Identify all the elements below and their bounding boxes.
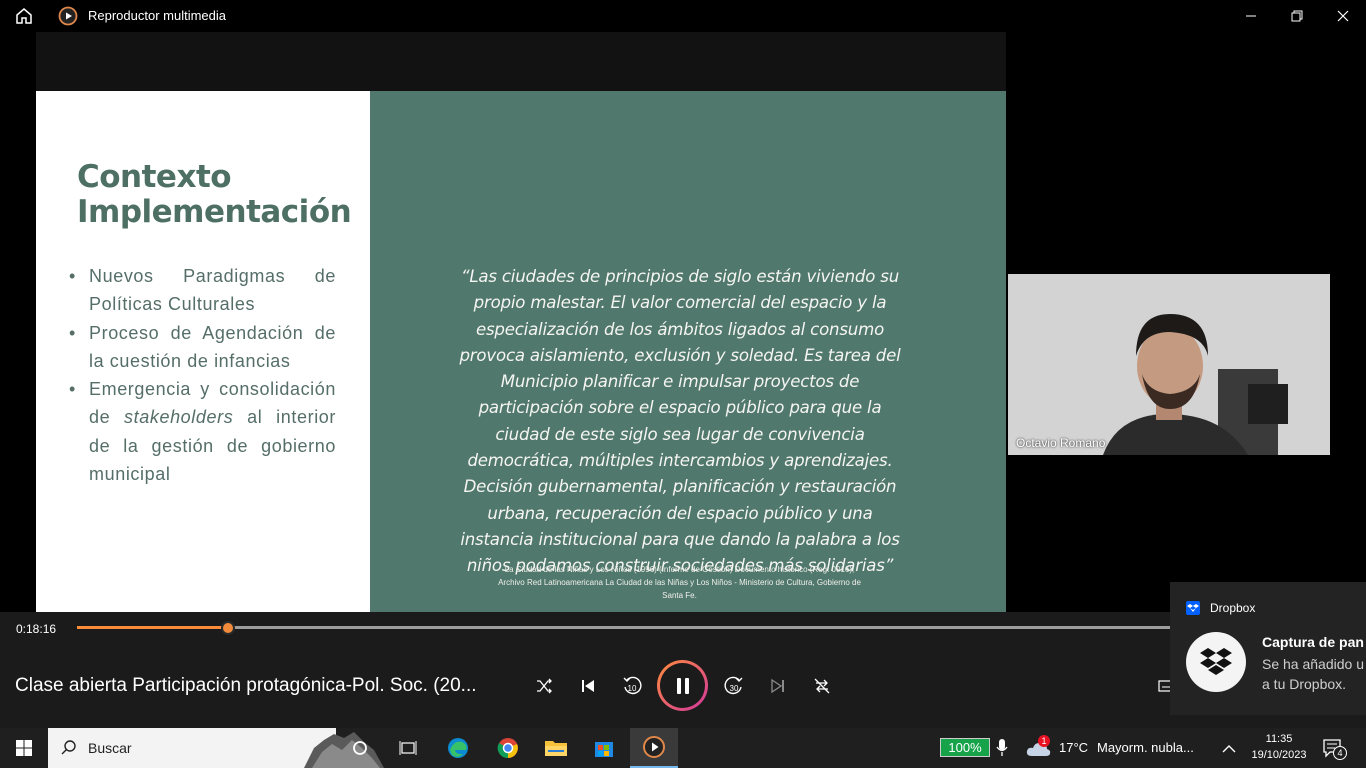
weather-description[interactable]: Mayorm. nubla... <box>1097 740 1194 755</box>
taskbar-store[interactable] <box>580 728 628 768</box>
battery-indicator[interactable]: 100% <box>940 738 990 757</box>
previous-button[interactable] <box>574 672 602 700</box>
notification-body: Se ha añadido u a tu Dropbox. <box>1262 654 1364 694</box>
notification-count-badge: 4 <box>1333 746 1347 760</box>
weather-temperature[interactable]: 17°C <box>1059 740 1088 755</box>
notification-body-line2: a tu Dropbox. <box>1262 676 1347 692</box>
forward-icon: 30 <box>724 676 743 695</box>
repeat-button[interactable] <box>808 672 836 700</box>
seek-bar-thumb[interactable] <box>221 621 235 635</box>
next-icon <box>771 678 784 694</box>
repeat-off-icon <box>814 678 830 694</box>
dropbox-small-icon <box>1186 601 1200 615</box>
task-view-icon <box>399 741 417 755</box>
windows-logo-icon <box>16 740 32 756</box>
dropbox-logo-icon <box>1186 632 1246 692</box>
notification-title: Captura de pan <box>1262 634 1364 650</box>
weather-alert-badge: 1 <box>1038 735 1050 747</box>
webcam-overlay: Octavio Romano <box>1008 274 1330 455</box>
seek-bar[interactable] <box>77 626 1177 629</box>
forward-label: 30 <box>730 684 739 693</box>
rewind-icon: 10 <box>623 676 642 695</box>
previous-icon <box>582 680 594 692</box>
taskbar: Buscar 100% 1 17°C Mayorm. nubla... 11:3… <box>0 728 1366 768</box>
pause-button[interactable] <box>657 660 708 711</box>
store-icon <box>595 742 613 757</box>
clock-date: 19/10/2023 <box>1251 749 1307 761</box>
cortana-icon <box>353 741 367 755</box>
shuffle-button[interactable] <box>530 672 558 700</box>
slide-title-line1: Contexto <box>77 159 232 195</box>
taskbar-chrome[interactable] <box>484 728 532 768</box>
home-icon[interactable] <box>14 6 34 26</box>
task-view-button[interactable] <box>384 728 432 768</box>
next-button[interactable] <box>764 672 792 700</box>
slide-title-line2: Implementación <box>77 194 352 230</box>
chrome-icon <box>497 738 518 759</box>
rewind-10-button[interactable]: 10 <box>618 672 646 700</box>
window-title: Reproductor multimedia <box>88 8 227 23</box>
folder-icon <box>545 741 567 756</box>
close-button[interactable] <box>1320 0 1366 32</box>
slide-bullet-list: Nuevos Paradigmas de Políticas Culturale… <box>66 262 336 488</box>
search-placeholder: Buscar <box>88 740 132 756</box>
bullet-item: Proceso de Agendación de la cuestión de … <box>66 319 336 376</box>
taskbar-clock[interactable]: 11:35 19/10/2023 <box>1250 731 1308 763</box>
slide-quote: “Las ciudades de principios de siglo est… <box>459 267 901 576</box>
cortana-button[interactable] <box>336 728 384 768</box>
start-button[interactable] <box>0 728 48 768</box>
rewind-label: 10 <box>628 684 637 693</box>
taskbar-search-box[interactable]: Buscar <box>48 728 384 768</box>
bullet-item: Emergencia y consolidación de stakeholde… <box>66 375 336 488</box>
clock-time: 11:35 <box>1265 733 1293 745</box>
elapsed-time: 0:18:16 <box>16 622 57 636</box>
slide-title: Contexto Implementación <box>77 160 357 230</box>
pause-icon <box>676 677 689 694</box>
taskbar-edge[interactable] <box>434 728 482 768</box>
show-hidden-icons-chevron-icon[interactable] <box>1222 741 1236 759</box>
restore-button[interactable] <box>1274 0 1320 32</box>
minimize-button[interactable] <box>1228 0 1274 32</box>
seek-bar-progress <box>77 626 228 629</box>
media-title: Clase abierta Participación protagónica-… <box>15 675 477 696</box>
dropbox-notification[interactable]: Dropbox Captura de pan Se ha añadido u a… <box>1170 582 1366 715</box>
bullet-item: Nuevos Paradigmas de Políticas Culturale… <box>66 262 336 319</box>
notification-body-line1: Se ha añadido u <box>1262 656 1364 672</box>
media-player-icon <box>643 736 665 758</box>
edge-icon <box>448 738 468 758</box>
taskbar-file-explorer[interactable] <box>532 728 580 768</box>
notification-app-name: Dropbox <box>1210 601 1256 615</box>
taskbar-media-player[interactable] <box>630 728 678 768</box>
forward-30-button[interactable]: 30 <box>720 672 748 700</box>
slide-citation: La Ciudad de las Niñas y Los Niños (1996… <box>498 565 861 600</box>
shuffle-icon <box>537 678 552 694</box>
webcam-participant-name: Octavio Romano <box>1016 436 1106 450</box>
bullet-emphasis: stakeholders <box>124 407 234 428</box>
search-icon <box>61 740 76 755</box>
title-bar: Reproductor multimedia <box>0 0 1366 32</box>
webcam-person-image <box>1008 274 1330 455</box>
microphone-icon[interactable] <box>996 738 1008 763</box>
media-player-app-icon <box>58 6 78 26</box>
